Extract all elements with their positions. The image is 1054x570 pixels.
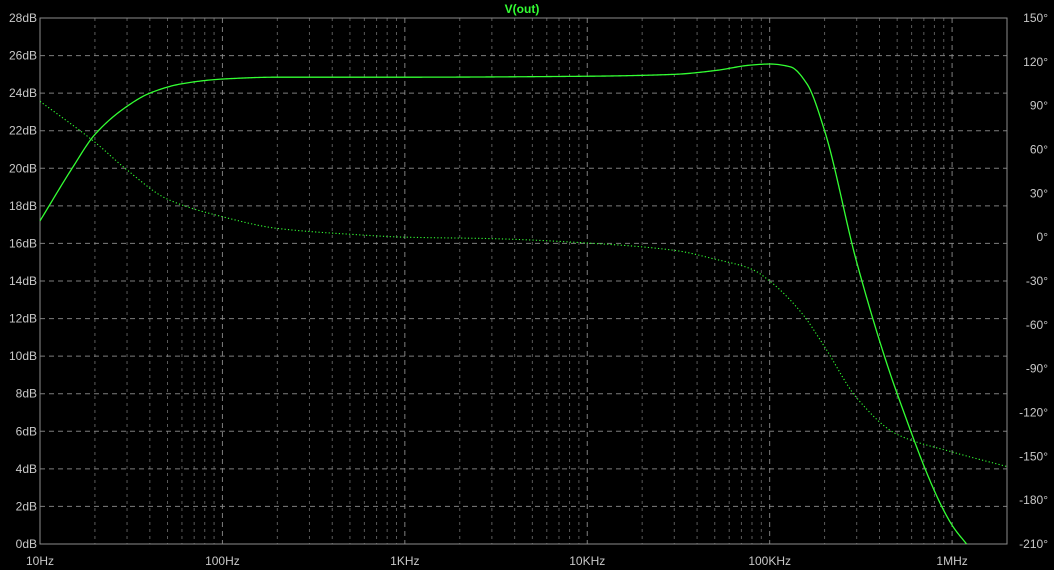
- series-layer: [39, 63, 1008, 545]
- bode-plot: 10Hz 100Hz 1KHz 10KHz 100KHz 1MHz 0dB 2dB 4dB 6dB…: [0, 0, 1054, 570]
- y-left-tick-label: 26dB: [9, 49, 37, 63]
- y-left-tick-label: 22dB: [9, 124, 37, 138]
- y-right-tick-label: -180°: [1019, 493, 1048, 507]
- magnitude-curve: [39, 63, 968, 545]
- y-right-tick-label: -30°: [1026, 274, 1048, 288]
- x-tick-label: 1MHz: [936, 554, 967, 568]
- phase-curve: [39, 100, 1008, 468]
- chart-title: V(out): [505, 2, 540, 16]
- y-right-tick-label: 90°: [1030, 99, 1048, 113]
- x-tick-label: 10KHz: [569, 554, 605, 568]
- bode-plot-svg: 10Hz 100Hz 1KHz 10KHz 100KHz 1MHz 0dB 2dB 4dB 6dB…: [9, 2, 1048, 568]
- y-right-tick-label: 120°: [1023, 55, 1048, 69]
- y-left-tick-label: 6dB: [16, 424, 37, 438]
- y-right-tick-label: -120°: [1019, 406, 1048, 420]
- x-tick-label: 1KHz: [390, 554, 419, 568]
- y-left-tick-label: 8dB: [16, 387, 37, 401]
- y-right-tick-label: 0°: [1037, 230, 1049, 244]
- x-tick-label: 100Hz: [205, 554, 240, 568]
- y-left-tick-label: 20dB: [9, 161, 37, 175]
- y-left-tick-label: 2dB: [16, 499, 37, 513]
- axis-labels: 10Hz 100Hz 1KHz 10KHz 100KHz 1MHz 0dB 2dB 4dB 6dB…: [9, 11, 1048, 568]
- y-right-tick-label: -210°: [1019, 537, 1048, 551]
- y-left-tick-label: 24dB: [9, 86, 37, 100]
- y-right-tick-label: -90°: [1026, 362, 1048, 376]
- y-right-tick-label: -60°: [1026, 318, 1048, 332]
- y-left-tick-label: 10dB: [9, 349, 37, 363]
- y-left-tick-label: 16dB: [9, 236, 37, 250]
- x-tick-label: 10Hz: [26, 554, 54, 568]
- y-left-tick-label: 0dB: [16, 537, 37, 551]
- x-tick-label: 100KHz: [748, 554, 791, 568]
- y-left-tick-label: 4dB: [16, 462, 37, 476]
- y-right-tick-label: -150°: [1019, 449, 1048, 463]
- y-right-tick-label: 30°: [1030, 186, 1048, 200]
- y-left-tick-label: 12dB: [9, 312, 37, 326]
- y-left-tick-label: 14dB: [9, 274, 37, 288]
- y-left-tick-label: 28dB: [9, 11, 37, 25]
- y-right-tick-label: 60°: [1030, 143, 1048, 157]
- y-left-tick-label: 18dB: [9, 199, 37, 213]
- y-right-tick-label: 150°: [1023, 11, 1048, 25]
